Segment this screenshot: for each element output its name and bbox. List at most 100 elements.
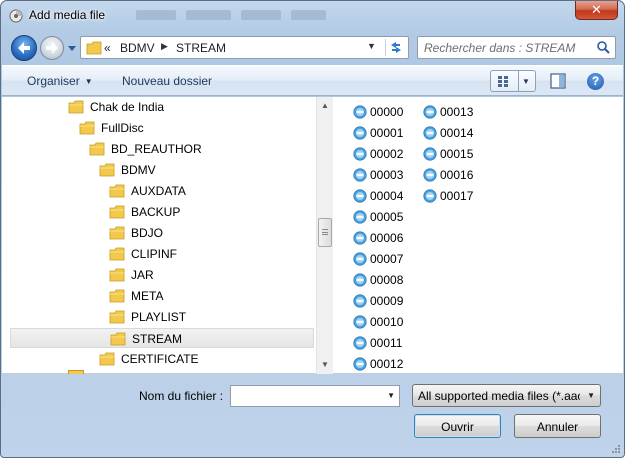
media-file-icon: [353, 315, 367, 329]
tree-item[interactable]: CLIPINF: [109, 244, 314, 264]
tree-item[interactable]: PLAYLIST: [109, 307, 314, 327]
cancel-button[interactable]: Annuler: [514, 414, 601, 438]
file-name: 00000: [370, 105, 404, 119]
tree-item-label: STREAM: [132, 332, 183, 346]
folder-icon: [109, 184, 125, 198]
tree-item[interactable]: JAR: [109, 265, 314, 285]
file-name: 00010: [370, 315, 404, 329]
refresh-button[interactable]: [385, 39, 405, 56]
new-folder-button[interactable]: Nouveau dossier: [122, 74, 212, 88]
filename-dropdown-icon[interactable]: ▼: [387, 391, 395, 400]
filename-combobox[interactable]: ▼: [230, 385, 400, 407]
media-file-icon: [353, 231, 367, 245]
search-input[interactable]: [422, 39, 592, 56]
file-name: 00004: [370, 189, 404, 203]
file-name: 00011: [370, 336, 403, 350]
view-split-divider: [518, 71, 519, 91]
filename-input[interactable]: [234, 388, 374, 404]
title-bar[interactable]: Add media file ✕: [1, 1, 624, 31]
tree-item-label: BDJO: [131, 226, 164, 240]
media-file-icon: [353, 210, 367, 224]
folder-icon: [86, 41, 102, 55]
tree-item-label: PLAYLIST: [131, 310, 187, 324]
tree-item[interactable]: BDMV: [99, 160, 314, 180]
app-icon: [9, 9, 23, 23]
dialog-window: Add media file ✕ « BDMV ▶ STREAM ▼ Reche…: [0, 0, 625, 458]
tree-scrollbar[interactable]: ▲ ▼: [316, 97, 333, 374]
file-type-select[interactable]: All supported media files (*.aac ▼: [412, 384, 601, 407]
view-dropdown-icon[interactable]: ▼: [522, 77, 530, 86]
address-bar[interactable]: « BDMV ▶ STREAM ▼: [80, 36, 409, 59]
tree-item[interactable]: BDJO: [109, 223, 314, 243]
tree-item[interactable]: AUXDATA: [109, 181, 314, 201]
tree-item-label: CLIPINF: [131, 247, 178, 261]
media-file-icon: [423, 126, 437, 140]
tree-item-label: AUXDATA: [131, 184, 186, 198]
search-box[interactable]: [417, 36, 616, 59]
breadcrumb-bdmv[interactable]: BDMV: [120, 41, 155, 55]
chevron-down-icon: ▼: [84, 77, 93, 86]
folder-icon: [110, 332, 126, 346]
file-name: 00014: [440, 126, 474, 140]
back-button[interactable]: [11, 35, 37, 61]
close-button[interactable]: ✕: [575, 1, 618, 20]
file-name: 00009: [370, 294, 404, 308]
breadcrumb-overflow[interactable]: «: [104, 41, 111, 55]
change-view-button[interactable]: ▼: [490, 70, 536, 92]
background-title-ghost: [136, 9, 366, 23]
breadcrumb-separator-icon[interactable]: ▶: [161, 41, 168, 52]
folder-icon: [109, 289, 125, 303]
file-list[interactable]: 00000 00001 00002 00003 00004 00005 00006 00007…: [334, 97, 623, 374]
tree-item-label: BD_REAUTHOR: [111, 142, 202, 156]
resize-grip-icon[interactable]: [611, 444, 621, 454]
search-icon[interactable]: [596, 40, 611, 55]
tree-item-label: BACKUP: [131, 205, 181, 219]
forward-button[interactable]: [40, 36, 64, 60]
scroll-down-icon[interactable]: ▼: [321, 360, 329, 369]
media-file-icon: [423, 147, 437, 161]
chevron-down-icon: ▼: [587, 391, 595, 400]
help-icon: ?: [591, 74, 600, 88]
grip-icon: [322, 229, 328, 235]
tree-item-label: META: [131, 289, 164, 303]
file-name: 00015: [440, 147, 474, 161]
file-name: 00006: [370, 231, 404, 245]
scroll-thumb[interactable]: [318, 218, 332, 247]
media-file-icon: [353, 336, 367, 350]
tree-item[interactable]: CERTIFICATE: [99, 349, 314, 369]
media-file-icon: [353, 147, 367, 161]
open-button[interactable]: Ouvrir: [414, 414, 501, 438]
filename-label: Nom du fichier :: [139, 389, 224, 403]
preview-pane-icon[interactable]: [550, 73, 566, 89]
media-file-icon: [353, 357, 367, 371]
address-dropdown-icon[interactable]: ▼: [367, 41, 376, 51]
file-name: 00005: [370, 210, 404, 224]
file-name: 00012: [370, 357, 404, 371]
file-name: 00002: [370, 147, 404, 161]
navigation-tree[interactable]: Chak de India FullDisc BD_REAUTHOR BDMV AUXD…: [2, 97, 316, 374]
breadcrumb-stream[interactable]: STREAM: [176, 41, 226, 55]
folder-icon: [109, 205, 125, 219]
media-file-icon: [423, 189, 437, 203]
file-name: 00016: [440, 168, 474, 182]
media-file-icon: [353, 189, 367, 203]
tree-item[interactable]: BD_REAUTHOR: [89, 139, 314, 159]
tree-item[interactable]: BACKUP: [109, 202, 314, 222]
view-icon: [498, 76, 508, 87]
folder-icon: [99, 163, 115, 177]
organise-menu-button[interactable]: Organiser ▼: [27, 74, 93, 88]
help-button[interactable]: ?: [587, 73, 604, 90]
folder-icon: [109, 310, 125, 324]
tree-item[interactable]: STREAM: [10, 328, 314, 348]
tree-item[interactable]: Chak de India: [68, 97, 314, 117]
refresh-icon: [391, 42, 401, 53]
tree-item[interactable]: META: [109, 286, 314, 306]
arrow-left-icon: [18, 42, 30, 54]
tree-item-label: BDMV: [121, 163, 156, 177]
scroll-up-icon[interactable]: ▲: [321, 101, 329, 110]
recent-locations-dropdown[interactable]: [67, 44, 77, 52]
tree-item[interactable]: FullDisc: [79, 118, 314, 138]
media-file-icon: [353, 252, 367, 266]
tree-item-label: CERTIFICATE: [121, 352, 199, 366]
file-type-value: All supported media files (*.aac: [418, 389, 580, 403]
